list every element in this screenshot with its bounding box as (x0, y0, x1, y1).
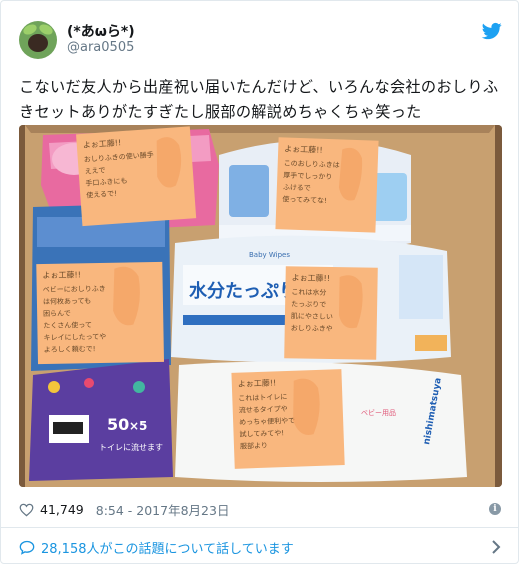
water-wipes-subtitle: Baby Wipes (249, 251, 290, 259)
note-4-line: 肌にやさしい (291, 312, 333, 321)
note-3-line: ベビーにおしりふき (43, 284, 106, 294)
twitter-bird-icon[interactable] (481, 21, 503, 41)
toilet-flush-label: トイレに流せます (99, 442, 163, 452)
water-wipes-label: 水分たっぷり (189, 280, 297, 302)
note-3-line: たくさん使って (43, 320, 92, 330)
tweet-card: (*あωら*) @ara0505 こないだ友人から出産祝い届いたんだけど、いろん… (0, 0, 519, 564)
heart-outline-icon[interactable] (19, 503, 34, 517)
note-2-line: 厚手でしっかり (283, 170, 332, 181)
note-3-line: 困らんで (43, 310, 71, 318)
pack-count-label: 50 (107, 415, 129, 434)
tweet-photo[interactable]: 50 ×5 トイレに流せます 水分たっぷり Baby Wipes nishima… (19, 125, 502, 487)
info-icon[interactable]: i (489, 503, 501, 515)
note-5-line: 試してみてや! (239, 428, 284, 439)
small-product-label: ベビー用品 (361, 408, 396, 417)
sticky-note-4: よぉ工藤!! これは水分 たっぷりで 肌にやさしい おしりふきや (284, 266, 378, 360)
chevron-right-icon[interactable] (489, 539, 503, 555)
note-2-line: ふけるで (283, 183, 311, 192)
like-count[interactable]: 41,749 (40, 502, 84, 517)
sticky-note-1: よぉ工藤!! おしりふきの使い勝手 ええで 手口ふきにも 使えるで! (76, 126, 197, 227)
user-avatar[interactable] (19, 21, 57, 59)
user-display-name[interactable]: (*あωら*) (67, 21, 135, 41)
note-2-line: 使ってみてな! (282, 194, 327, 205)
footer-divider (1, 527, 518, 528)
speech-bubble-icon (19, 540, 35, 555)
note-4-title: よぉ工藤!! (292, 272, 331, 283)
note-5-line: 服部より (240, 441, 268, 451)
pack-multiplier-label: ×5 (129, 419, 147, 433)
note-3-line: キレイにしたってや (43, 333, 106, 342)
note-5-line: 流せるタイプや (239, 404, 288, 415)
note-1-line: ええで (84, 166, 105, 175)
note-4-line: これは水分 (291, 287, 326, 297)
note-3-line: は何枚あっても (43, 296, 91, 306)
note-2-title: よぉ工藤!! (284, 143, 323, 154)
sticky-note-5: よぉ工藤!! これはトイレに 流せるタイプや めっちゃ便利やで 試してみてや! … (231, 369, 345, 469)
sticky-note-2: よぉ工藤!! このおしりふきは 厚手でしっかり ふけるで 使ってみてな! (275, 137, 379, 233)
tweet-meta: 41,749 8:54 - 2017年8月23日 (19, 500, 229, 519)
note-4-line: おしりふきや (291, 324, 333, 333)
note-5-title: よぉ工藤!! (238, 377, 277, 388)
note-3-title: よぉ工藤!! (42, 269, 81, 280)
note-5-line: これはトイレに (238, 393, 287, 403)
user-handle[interactable]: @ara0505 (67, 40, 134, 55)
note-4-line: たっぷりで (291, 300, 326, 309)
tweet-text: こないだ友人から出産祝い届いたんだけど、いろんな会社のおしりふきセットありがたす… (19, 78, 499, 121)
conversation-text[interactable]: 28,158人がこの話題について話しています (41, 538, 294, 557)
note-3-line: よろしく頼むで! (44, 345, 96, 354)
tweet-timestamp[interactable]: 8:54 - 2017年8月23日 (96, 500, 230, 519)
conversation-link[interactable]: 28,158人がこの話題について話しています (19, 538, 294, 557)
sticky-note-3: よぉ工藤!! ベビーにおしりふき は何枚あっても 困らんで たくさん使って キレ… (36, 261, 165, 365)
